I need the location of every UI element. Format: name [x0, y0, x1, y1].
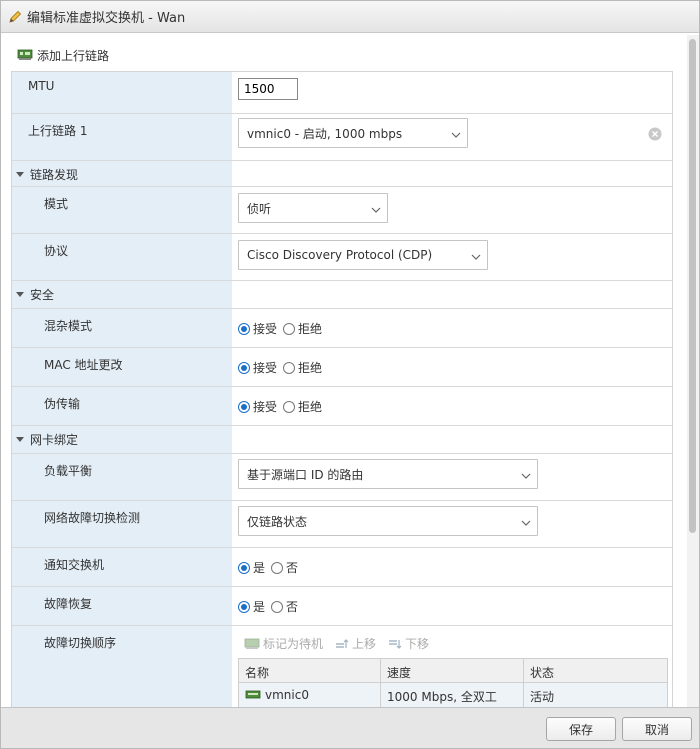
mtu-input[interactable]: [238, 78, 298, 100]
column-header-name[interactable]: 名称: [239, 659, 381, 682]
section-security-label: 安全: [30, 288, 55, 302]
protocol-row: 协议 Cisco Discovery Protocol (CDP): [12, 234, 672, 281]
mac-change-row: MAC 地址更改 接受 拒绝: [12, 348, 672, 387]
move-down-button[interactable]: 下移: [388, 635, 429, 652]
chevron-down-icon: [371, 203, 381, 213]
failover-order-row: 故障切换顺序 标记为待机 上移 下移 名称 速度 状态 vmnic0 1000 …: [12, 626, 672, 707]
settings-panel: MTU 上行链路 1 vmnic0 - 启动, 1000 mbps 链路发现: [11, 71, 673, 707]
load-balancing-label: 负载平衡: [44, 464, 93, 478]
collapse-caret-icon: [16, 437, 24, 442]
mode-label: 模式: [44, 197, 69, 211]
mode-select[interactable]: 侦听: [238, 193, 388, 223]
forged-transmits-label: 伪传输: [44, 397, 81, 411]
mark-standby-button[interactable]: 标记为待机: [244, 635, 323, 652]
collapse-caret-icon: [16, 292, 24, 297]
move-up-icon: [336, 638, 349, 648]
standby-icon: [244, 638, 260, 649]
edit-vswitch-dialog: 编辑标准虚拟交换机 - Wan 添加上行链路 MTU 上行链路 1 vmnic0…: [0, 0, 700, 749]
mode-row: 模式 侦听: [12, 187, 672, 234]
forged-reject-radio[interactable]: 拒绝: [283, 398, 322, 415]
dialog-title: 编辑标准虚拟交换机 - Wan: [27, 11, 186, 26]
dialog-footer: 保存 取消: [1, 707, 699, 748]
mtu-label: MTU: [28, 79, 55, 93]
save-button[interactable]: 保存: [546, 717, 616, 741]
vertical-scrollbar[interactable]: [687, 35, 699, 707]
notify-switches-row: 通知交换机 是 否: [12, 548, 672, 587]
dialog-titlebar: 编辑标准虚拟交换机 - Wan: [1, 1, 699, 33]
uplink1-value: vmnic0 - 启动, 1000 mbps: [247, 126, 403, 141]
load-balancing-select[interactable]: 基于源端口 ID 的路由: [238, 459, 538, 489]
uplink1-label: 上行链路 1: [28, 124, 88, 138]
network-adapter-icon: [17, 49, 33, 61]
move-down-icon: [389, 639, 402, 649]
network-adapter-icon: [245, 690, 261, 699]
notify-switches-label: 通知交换机: [44, 558, 105, 572]
promiscuous-reject-radio[interactable]: 拒绝: [283, 320, 322, 337]
promiscuous-label: 混杂模式: [44, 319, 93, 333]
mac-change-accept-radio[interactable]: 接受: [238, 359, 277, 376]
cancel-button[interactable]: 取消: [622, 717, 692, 741]
section-link-discovery-label: 链路发现: [30, 168, 79, 182]
nic-status: 活动: [530, 690, 555, 704]
collapse-caret-icon: [16, 172, 24, 177]
move-up-button[interactable]: 上移: [335, 635, 376, 652]
uplink1-row: 上行链路 1 vmnic0 - 启动, 1000 mbps: [12, 114, 672, 161]
notify-no-radio[interactable]: 否: [271, 559, 298, 576]
mac-change-reject-radio[interactable]: 拒绝: [283, 359, 322, 376]
add-uplink-label: 添加上行链路: [37, 48, 110, 63]
scrollbar-thumb[interactable]: [689, 39, 696, 533]
protocol-select[interactable]: Cisco Discovery Protocol (CDP): [238, 240, 488, 270]
failover-order-label: 故障切换顺序: [44, 636, 117, 650]
protocol-value: Cisco Discovery Protocol (CDP): [247, 248, 433, 262]
failure-detection-row: 网络故障切换检测 仅链路状态: [12, 501, 672, 548]
forged-transmits-row: 伪传输 接受 拒绝: [12, 387, 672, 426]
failback-row: 故障恢复 是 否: [12, 587, 672, 626]
failback-no-radio[interactable]: 否: [271, 598, 298, 615]
mode-value: 侦听: [247, 201, 272, 216]
nic-name: vmnic0: [265, 688, 309, 702]
chevron-down-icon: [471, 250, 481, 260]
failure-detection-label: 网络故障切换检测: [44, 511, 141, 525]
mtu-row: MTU: [12, 72, 672, 114]
chevron-down-icon: [521, 516, 531, 526]
section-link-discovery[interactable]: 链路发现: [12, 161, 672, 187]
chevron-down-icon: [451, 128, 461, 138]
column-header-speed[interactable]: 速度: [381, 659, 524, 682]
load-balancing-value: 基于源端口 ID 的路由: [247, 467, 364, 482]
nic-speed: 1000 Mbps, 全双工: [381, 683, 524, 707]
remove-uplink-icon[interactable]: [648, 127, 662, 141]
section-teaming-label: 网卡绑定: [30, 433, 79, 447]
table-header: 名称 速度 状态: [239, 659, 667, 683]
section-teaming[interactable]: 网卡绑定: [12, 426, 672, 454]
table-row[interactable]: vmnic0 1000 Mbps, 全双工 活动: [239, 683, 667, 707]
promiscuous-accept-radio[interactable]: 接受: [238, 320, 277, 337]
column-header-status[interactable]: 状态: [524, 659, 667, 682]
failback-label: 故障恢复: [44, 597, 93, 611]
protocol-label: 协议: [44, 244, 69, 258]
section-security[interactable]: 安全: [12, 281, 672, 309]
chevron-down-icon: [521, 469, 531, 479]
pencil-icon: [7, 9, 23, 25]
failover-order-table: 名称 速度 状态 vmnic0 1000 Mbps, 全双工 活动: [238, 658, 668, 707]
notify-yes-radio[interactable]: 是: [238, 559, 265, 576]
failure-detection-value: 仅链路状态: [247, 514, 308, 529]
load-balancing-row: 负载平衡 基于源端口 ID 的路由: [12, 454, 672, 501]
add-uplink-button[interactable]: 添加上行链路: [17, 45, 109, 65]
mac-change-label: MAC 地址更改: [44, 358, 123, 372]
uplink1-select[interactable]: vmnic0 - 启动, 1000 mbps: [238, 118, 468, 148]
forged-accept-radio[interactable]: 接受: [238, 398, 277, 415]
failure-detection-select[interactable]: 仅链路状态: [238, 506, 538, 536]
failback-yes-radio[interactable]: 是: [238, 598, 265, 615]
promiscuous-row: 混杂模式 接受 拒绝: [12, 309, 672, 348]
